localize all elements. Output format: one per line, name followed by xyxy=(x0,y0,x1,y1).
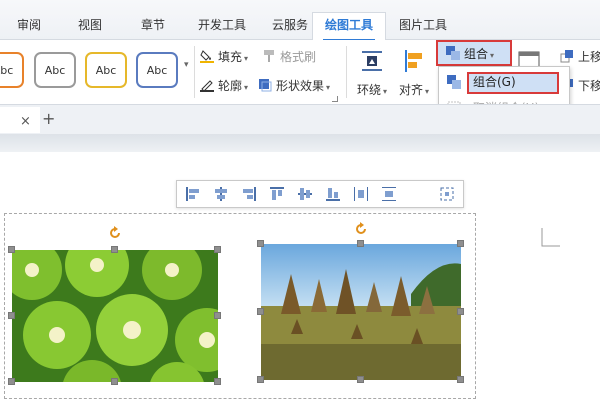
new-tab-icon[interactable]: + xyxy=(42,111,55,127)
bring-forward-button[interactable]: 上移 xyxy=(560,48,600,66)
align-top-icon[interactable] xyxy=(269,186,285,202)
document-tab[interactable]: × xyxy=(0,107,40,133)
group-objects-icon xyxy=(447,75,461,89)
tab-drawing-tools[interactable]: 绘图工具 xyxy=(312,12,386,41)
document-tab-strip: × + xyxy=(0,104,600,134)
haystack-field-photo xyxy=(261,244,461,380)
bring-forward-label: 上移 xyxy=(578,50,600,64)
kiwi-photo xyxy=(12,250,218,382)
resize-handle[interactable] xyxy=(111,246,118,253)
rotate-handle-icon[interactable] xyxy=(108,226,122,240)
app-window: 审阅 视图 章节 开发工具 云服务 绘图工具 图片工具 Abc Abc Abc … xyxy=(0,0,600,400)
floating-align-toolbar xyxy=(176,180,464,208)
wrap-button[interactable]: 环绕 ▾ xyxy=(352,50,392,98)
format-brush-button[interactable]: 格式刷 xyxy=(262,48,316,66)
fill-label: 填充 xyxy=(218,50,243,64)
toolbar-shadow-band xyxy=(0,134,600,152)
align-label: 对齐 xyxy=(398,83,423,97)
ribbon-tab-bar: 审阅 视图 章节 开发工具 云服务 绘图工具 图片工具 xyxy=(0,0,600,41)
resize-handle[interactable] xyxy=(257,376,264,383)
shape-effect-icon xyxy=(259,79,272,92)
field-image[interactable] xyxy=(261,244,461,380)
group-objects-icon xyxy=(446,46,460,60)
group-label: 组合 xyxy=(464,47,489,61)
paint-bucket-icon xyxy=(200,50,214,63)
resize-handle[interactable] xyxy=(214,246,221,253)
text-wrap-icon xyxy=(360,50,384,72)
shape-effect-label: 形状效果 xyxy=(276,79,325,93)
resize-handle[interactable] xyxy=(257,240,264,247)
resize-handle[interactable] xyxy=(214,312,221,319)
format-brush-label: 格式刷 xyxy=(280,50,317,64)
resize-handle[interactable] xyxy=(357,240,364,247)
align-middle-icon[interactable] xyxy=(297,186,313,202)
tab-view[interactable]: 视图 xyxy=(58,14,122,40)
shape-style-1[interactable]: Abc xyxy=(0,52,24,88)
divider xyxy=(346,46,347,98)
resize-handle[interactable] xyxy=(8,378,15,385)
outline-button[interactable]: 轮廓 ▾ xyxy=(200,77,248,95)
rotate-handle-icon[interactable] xyxy=(354,222,368,236)
shape-style-4[interactable]: Abc xyxy=(136,52,178,88)
outline-label: 轮廓 xyxy=(218,79,243,93)
align-right-icon[interactable] xyxy=(241,186,257,202)
divider xyxy=(194,46,195,98)
close-icon[interactable]: × xyxy=(20,115,31,128)
tab-cloud-service[interactable]: 云服务 xyxy=(260,14,320,40)
align-center-icon[interactable] xyxy=(213,186,229,202)
fill-button[interactable]: 填充 ▾ xyxy=(200,48,248,66)
wrap-label: 环绕 xyxy=(356,83,381,97)
tab-picture-tools[interactable]: 图片工具 xyxy=(386,14,460,40)
shape-effect-button[interactable]: 形状效果 ▾ xyxy=(258,77,330,95)
dialog-launcher-icon[interactable] xyxy=(332,96,338,102)
resize-handle[interactable] xyxy=(111,378,118,385)
distribute-vertical-icon[interactable] xyxy=(381,186,397,202)
resize-handle[interactable] xyxy=(214,378,221,385)
menu-item-group-label: 组合(G) xyxy=(473,75,516,89)
align-icon xyxy=(405,50,422,72)
resize-handle[interactable] xyxy=(8,246,15,253)
resize-handle[interactable] xyxy=(8,312,15,319)
align-button[interactable]: 对齐 ▾ xyxy=(394,50,434,98)
tab-developer-tools[interactable]: 开发工具 xyxy=(184,14,260,40)
align-bottom-icon[interactable] xyxy=(325,186,341,202)
bring-forward-icon xyxy=(560,50,573,63)
outline-pen-icon xyxy=(200,80,214,92)
resize-handle[interactable] xyxy=(457,376,464,383)
menu-item-group[interactable]: 组合(G) xyxy=(439,71,569,95)
tab-section[interactable]: 章节 xyxy=(122,14,184,40)
resize-handle[interactable] xyxy=(457,240,464,247)
resize-handle[interactable] xyxy=(457,308,464,315)
page-margin-marker xyxy=(541,228,560,247)
group-button[interactable]: 组合 ▾ xyxy=(436,40,512,66)
shape-style-3[interactable]: Abc xyxy=(85,52,127,88)
send-backward-label: 下移 xyxy=(578,79,600,93)
shape-style-2[interactable]: Abc xyxy=(34,52,76,88)
tab-review[interactable]: 审阅 xyxy=(0,14,58,40)
distribute-horizontal-icon[interactable] xyxy=(353,186,369,202)
resize-handle[interactable] xyxy=(257,308,264,315)
styles-more-icon[interactable]: ▾ xyxy=(184,60,189,70)
more-options-icon[interactable] xyxy=(439,186,455,202)
kiwi-image[interactable] xyxy=(12,250,218,382)
format-brush-icon xyxy=(264,50,274,62)
align-left-icon[interactable] xyxy=(185,186,201,202)
resize-handle[interactable] xyxy=(357,376,364,383)
